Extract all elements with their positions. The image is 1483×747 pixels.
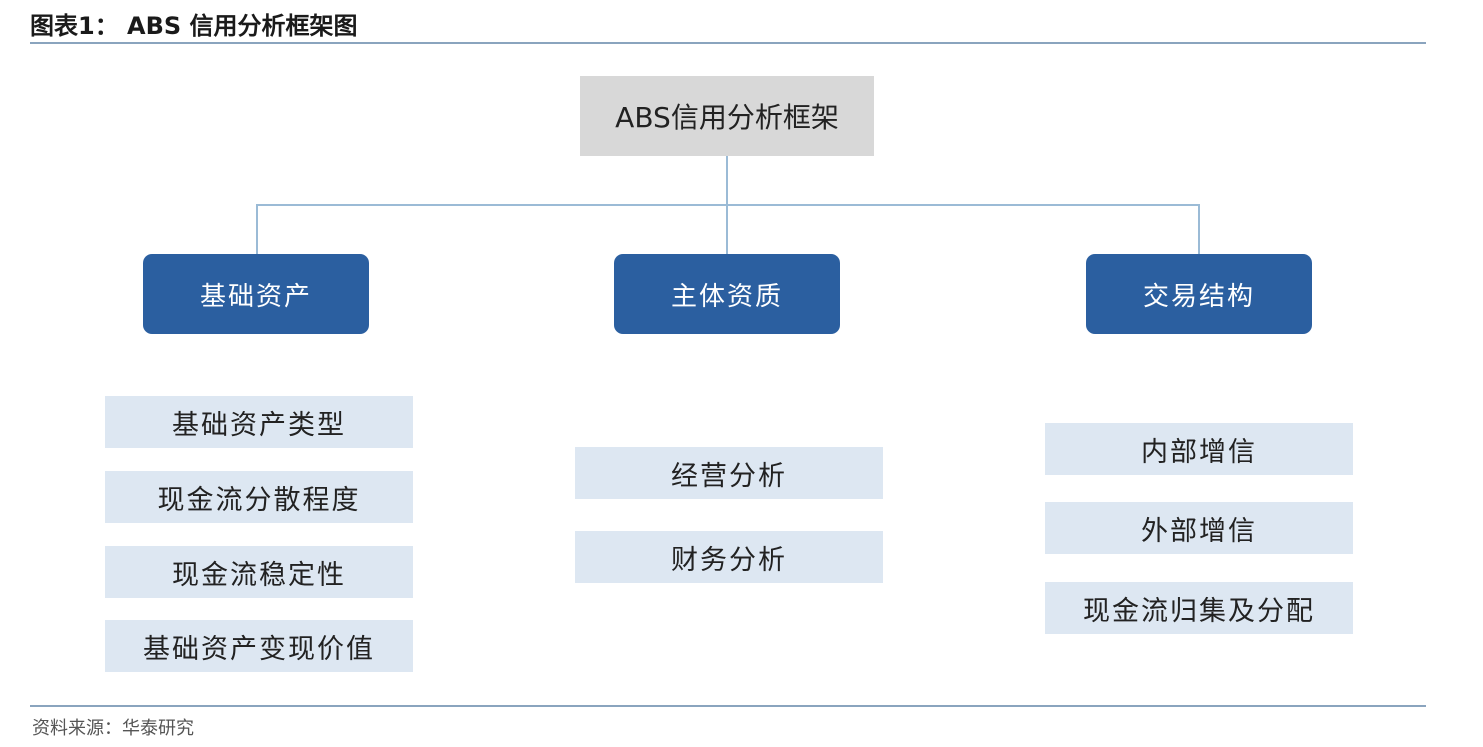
item-financial-analysis: 财务分析 <box>575 531 883 583</box>
category-entity-quality: 主体资质 <box>614 254 840 334</box>
source-note: 资料来源：华泰研究 <box>32 718 194 739</box>
figure-title: 图表1： ABS 信用分析框架图 <box>30 12 358 40</box>
item-cashflow-dispersion: 现金流分散程度 <box>105 471 413 523</box>
bottom-divider <box>30 705 1426 707</box>
item-internal-enhancement: 内部增信 <box>1045 423 1353 475</box>
category-underlying-assets: 基础资产 <box>143 254 369 334</box>
item-operating-analysis: 经营分析 <box>575 447 883 499</box>
item-cashflow-stability: 现金流稳定性 <box>105 546 413 598</box>
connector-right-down <box>1198 204 1200 254</box>
item-asset-type: 基础资产类型 <box>105 396 413 448</box>
root-node: ABS信用分析框架 <box>580 76 874 156</box>
connector-left-down <box>256 204 258 254</box>
item-cashflow-collection-distribution: 现金流归集及分配 <box>1045 582 1353 634</box>
top-divider <box>30 42 1426 44</box>
category-transaction-structure: 交易结构 <box>1086 254 1312 334</box>
item-asset-liquidation-value: 基础资产变现价值 <box>105 620 413 672</box>
connector-horizontal <box>256 204 1200 206</box>
item-external-enhancement: 外部增信 <box>1045 502 1353 554</box>
